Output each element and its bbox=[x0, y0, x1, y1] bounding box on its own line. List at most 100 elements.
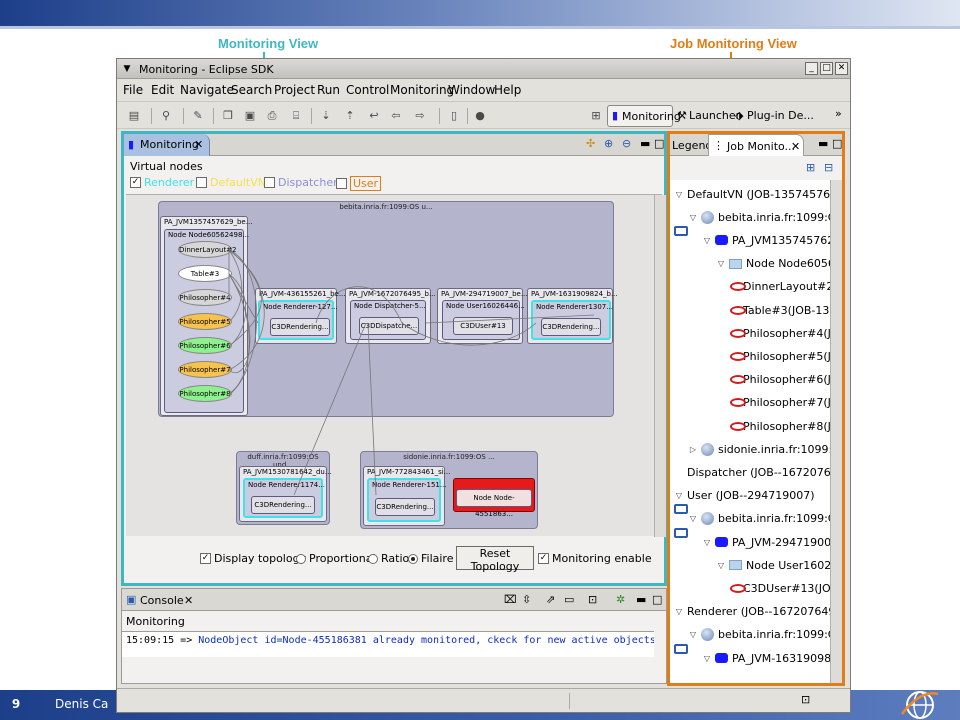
zoom-in-icon[interactable]: ⊕ bbox=[604, 137, 613, 150]
tree-item[interactable]: ▽ Node User1602644 bbox=[716, 555, 830, 575]
settings-icon[interactable]: ✲ bbox=[616, 593, 625, 606]
expanded-twistie-icon[interactable]: ▽ bbox=[688, 213, 698, 222]
tree-item[interactable]: ▽ User (JOB--294719007) bbox=[674, 486, 815, 538]
vn-filter-renderer[interactable]: ✓ Renderer bbox=[130, 176, 194, 189]
tree-item[interactable]: C3DUser#13(JO bbox=[730, 578, 830, 598]
open-console-icon[interactable]: ⊡ bbox=[588, 593, 597, 606]
expanded-twistie-icon[interactable]: ▽ bbox=[702, 654, 712, 663]
document-icon[interactable]: ▯ bbox=[445, 107, 463, 124]
close-tab-icon[interactable]: ✕ bbox=[194, 138, 203, 151]
close-tab-icon[interactable]: ✕ bbox=[791, 140, 800, 153]
expanded-twistie-icon[interactable]: ▽ bbox=[674, 190, 684, 199]
new-icon[interactable]: ▤ bbox=[125, 107, 143, 124]
display-topology-checkbox[interactable]: ✓ Display topology bbox=[200, 552, 306, 565]
expanded-twistie-icon[interactable]: ▽ bbox=[702, 538, 712, 547]
menu-file[interactable]: File bbox=[123, 83, 143, 97]
tree-item[interactable]: Philosopher#4(J bbox=[730, 323, 830, 343]
search-icon[interactable]: ⚲ bbox=[157, 107, 175, 124]
expanded-twistie-icon[interactable]: ▽ bbox=[716, 259, 726, 268]
next-annotation-icon[interactable]: ⇣ bbox=[317, 107, 335, 124]
open-icon[interactable]: ❒ bbox=[219, 107, 237, 124]
expanded-twistie-icon[interactable]: ▽ bbox=[702, 236, 712, 245]
collapse-all-icon[interactable]: ⊟ bbox=[824, 161, 833, 174]
tab-console[interactable]: Console bbox=[140, 594, 184, 607]
tree-item[interactable]: Philosopher#5(J bbox=[730, 346, 830, 366]
tree-item[interactable]: Philosopher#6(J bbox=[730, 370, 830, 390]
open-perspective-icon[interactable]: ⊞ bbox=[587, 107, 605, 124]
perspective-launcher[interactable]: Launcher bbox=[689, 109, 740, 122]
minimize-button[interactable]: _ bbox=[805, 62, 818, 75]
tree-item[interactable]: ▽ bebita.inria.fr:1099:OS un bbox=[688, 207, 830, 227]
fast-view-icon[interactable]: ⊡ bbox=[801, 693, 810, 706]
vn-filter-dispatcher[interactable]: Dispatcher bbox=[264, 176, 338, 189]
canvas-scrollbar[interactable] bbox=[654, 195, 666, 537]
view-minimize-icon[interactable]: ▬ bbox=[636, 593, 646, 606]
tree-item[interactable]: ▽ bebita.inria.fr:1099:OS un bbox=[688, 509, 830, 529]
expanded-twistie-icon[interactable]: ▽ bbox=[688, 514, 698, 523]
tree-item[interactable]: ▽ DefaultVN (JOB-1357457629 bbox=[674, 184, 830, 236]
menu-control[interactable]: Control bbox=[346, 83, 389, 97]
tree-item[interactable]: Dispatcher (JOB--167207649 bbox=[674, 462, 830, 515]
perspective-monitoring[interactable]: ▮ Monitoring bbox=[607, 105, 681, 127]
refresh-icon[interactable]: ✣ bbox=[586, 137, 595, 150]
clear-console-icon[interactable]: ⌧ bbox=[504, 593, 517, 606]
close-button[interactable]: ✕ bbox=[835, 62, 848, 75]
vn-filter-defaultvn[interactable]: DefaultVN bbox=[196, 176, 266, 189]
proportional-radio[interactable]: Proportional bbox=[296, 552, 376, 565]
tree-item[interactable]: DinnerLayout#2( bbox=[730, 277, 830, 297]
menu-help[interactable]: Help bbox=[494, 83, 521, 97]
menu-run[interactable]: Run bbox=[317, 83, 340, 97]
pin-console-icon[interactable]: ⇗ bbox=[546, 593, 555, 606]
tree-item[interactable]: Philosopher#8(J bbox=[730, 416, 830, 436]
menu-window[interactable]: Window bbox=[448, 83, 495, 97]
scroll-lock-icon[interactable]: ⇳ bbox=[522, 593, 531, 606]
tree-item[interactable]: ▽ bebita.inria.fr:1099:OS un bbox=[688, 625, 830, 645]
back-icon[interactable]: ⇦ bbox=[387, 107, 405, 124]
print-icon[interactable]: ⎙ bbox=[263, 107, 281, 124]
prev-annotation-icon[interactable]: ⇡ bbox=[341, 107, 359, 124]
monitoring-enable-checkbox[interactable]: ✓ Monitoring enable bbox=[538, 552, 652, 565]
menu-navigate[interactable]: Navigate bbox=[180, 83, 234, 97]
tree-item[interactable]: Philosopher#7(J bbox=[730, 393, 830, 413]
view-maximize-icon[interactable]: □ bbox=[652, 593, 662, 606]
vn-filter-user[interactable]: User bbox=[336, 176, 382, 191]
expanded-twistie-icon[interactable]: ▽ bbox=[674, 491, 684, 500]
topology-canvas[interactable]: bebita.inria.fr:1099:OS u... PA_JVM13574… bbox=[126, 194, 666, 537]
tree-item[interactable]: Table#3(JOB-13 bbox=[730, 300, 829, 320]
menu-project[interactable]: Project bbox=[274, 83, 315, 97]
forward-icon[interactable]: ⇨ bbox=[411, 107, 429, 124]
maximize-button[interactable]: □ bbox=[820, 62, 833, 75]
ratio-radio[interactable]: Ratio bbox=[368, 552, 409, 565]
view-minimize-icon[interactable]: ▬ bbox=[818, 137, 828, 150]
view-maximize-icon[interactable]: □ bbox=[832, 137, 842, 150]
binary-icon[interactable]: ⌸ bbox=[287, 107, 305, 124]
window-menu-icon[interactable]: ▼ bbox=[121, 63, 133, 75]
reset-topology-button[interactable]: Reset Topology bbox=[456, 546, 534, 573]
expanded-twistie-icon[interactable]: ▽ bbox=[716, 561, 726, 570]
filaire-radio[interactable]: Filaire bbox=[408, 552, 453, 565]
tree-scrollbar[interactable] bbox=[830, 180, 842, 683]
menu-edit[interactable]: Edit bbox=[151, 83, 174, 97]
save-icon[interactable]: ▣ bbox=[241, 107, 259, 124]
expand-all-icon[interactable]: ⊞ bbox=[806, 161, 815, 174]
tab-job-monitoring[interactable]: ⋮ Job Monito... ✕ bbox=[708, 134, 804, 156]
last-edit-icon[interactable]: ↩ bbox=[365, 107, 383, 124]
tab-monitoring[interactable]: ▮ Monitoring ✕ bbox=[124, 134, 210, 156]
close-tab-icon[interactable]: ✕ bbox=[184, 594, 193, 607]
menu-monitoring[interactable]: Monitoring bbox=[390, 83, 454, 97]
tree-item[interactable]: ▽ PA_JVM-294719007_ bbox=[702, 532, 830, 552]
tree-item[interactable]: ▷ sidonie.inria.fr:1099:OS u bbox=[688, 439, 830, 459]
collapsed-twistie-icon[interactable]: ▷ bbox=[688, 445, 698, 454]
tree-item[interactable]: ▽ PA_JVM1357457629_ bbox=[702, 230, 830, 250]
view-maximize-icon[interactable]: □ bbox=[654, 137, 664, 150]
console-output[interactable]: 15:09:15 => NodeObject id=Node-455186381… bbox=[122, 631, 654, 657]
tab-legend[interactable]: Legend bbox=[672, 139, 712, 152]
display-console-icon[interactable]: ▭ bbox=[564, 593, 574, 606]
expanded-twistie-icon[interactable]: ▽ bbox=[688, 630, 698, 639]
tree-item[interactable]: ▽ Node Node6056249 bbox=[716, 254, 830, 274]
menu-search[interactable]: Search bbox=[231, 83, 272, 97]
wand-icon[interactable]: ✎ bbox=[189, 107, 207, 124]
tree-item[interactable]: ▽ Renderer (JOB--1672076495 bbox=[674, 602, 830, 654]
perspective-plugin[interactable]: Plug-in De... bbox=[747, 109, 814, 122]
more-perspectives-button[interactable]: » bbox=[835, 107, 842, 120]
